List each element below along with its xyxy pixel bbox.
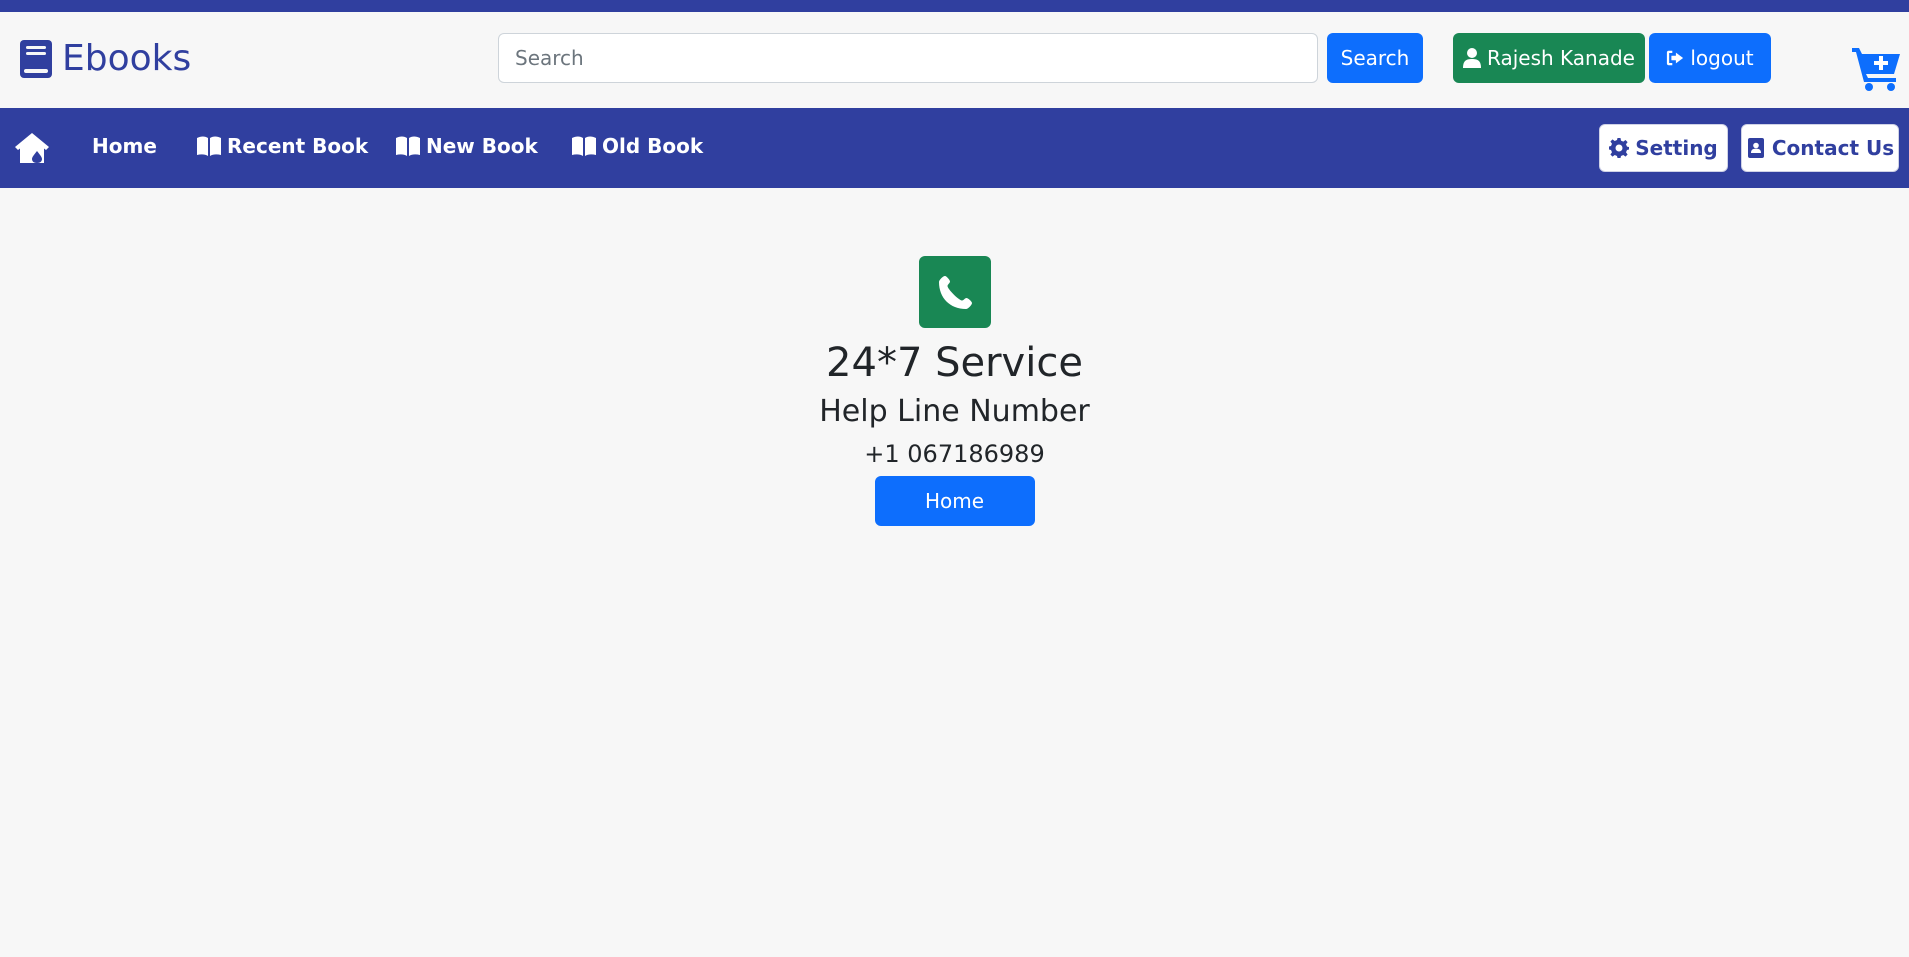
help-line-heading: Help Line Number <box>819 394 1090 429</box>
search-button-label: Search <box>1340 46 1410 70</box>
nav-link-new-book-label: New Book <box>426 134 538 158</box>
contact-us-label: Contact Us <box>1771 136 1895 160</box>
user-icon <box>1463 48 1481 68</box>
brand-label: Ebooks <box>62 38 192 79</box>
book-icon <box>20 39 52 78</box>
nav-link-recent-book[interactable]: Recent Book <box>197 134 368 158</box>
nav-link-new-book[interactable]: New Book <box>396 134 538 158</box>
phone-icon <box>938 276 972 309</box>
phone-number: +1 067186989 <box>864 440 1045 468</box>
open-book-icon <box>572 136 596 156</box>
open-book-icon <box>396 136 420 156</box>
contact-content: 24*7 Service Help Line Number +1 0671869… <box>0 188 1909 526</box>
top-accent-bar <box>0 0 1909 12</box>
home-button[interactable]: Home <box>874 476 1035 526</box>
nav-link-old-book[interactable]: Old Book <box>572 134 703 158</box>
gear-icon <box>1609 138 1630 158</box>
nav-link-home-label: Home <box>92 134 157 158</box>
search-button[interactable]: Search <box>1327 33 1423 83</box>
setting-label: Setting <box>1635 136 1718 160</box>
contact-book-icon <box>1747 138 1764 158</box>
brand-link[interactable]: Ebooks <box>20 38 191 79</box>
service-title: 24*7 Service <box>826 340 1083 386</box>
logout-button[interactable]: logout <box>1649 33 1771 83</box>
nav-link-recent-book-label: Recent Book <box>227 134 369 158</box>
open-book-icon <box>197 136 221 156</box>
user-profile-button[interactable]: Rajesh Kanade <box>1453 33 1645 83</box>
logout-icon <box>1667 50 1684 66</box>
house-icon[interactable] <box>14 132 50 164</box>
header: Ebooks Search Rajesh Kanade logout <box>0 12 1909 108</box>
home-button-label: Home <box>924 489 985 513</box>
phone-icon-badge <box>918 256 991 328</box>
setting-button[interactable]: Setting <box>1599 124 1728 172</box>
logout-label: logout <box>1690 46 1754 70</box>
cart-plus-icon[interactable] <box>1852 46 1902 92</box>
nav-link-old-book-label: Old Book <box>602 134 704 158</box>
main-navbar: Home Recent Book New Book Old Book Setti… <box>0 108 1909 188</box>
search-input[interactable] <box>498 33 1318 83</box>
user-name-label: Rajesh Kanade <box>1487 46 1635 70</box>
nav-link-home[interactable]: Home <box>92 134 157 158</box>
contact-us-button[interactable]: Contact Us <box>1741 124 1899 172</box>
